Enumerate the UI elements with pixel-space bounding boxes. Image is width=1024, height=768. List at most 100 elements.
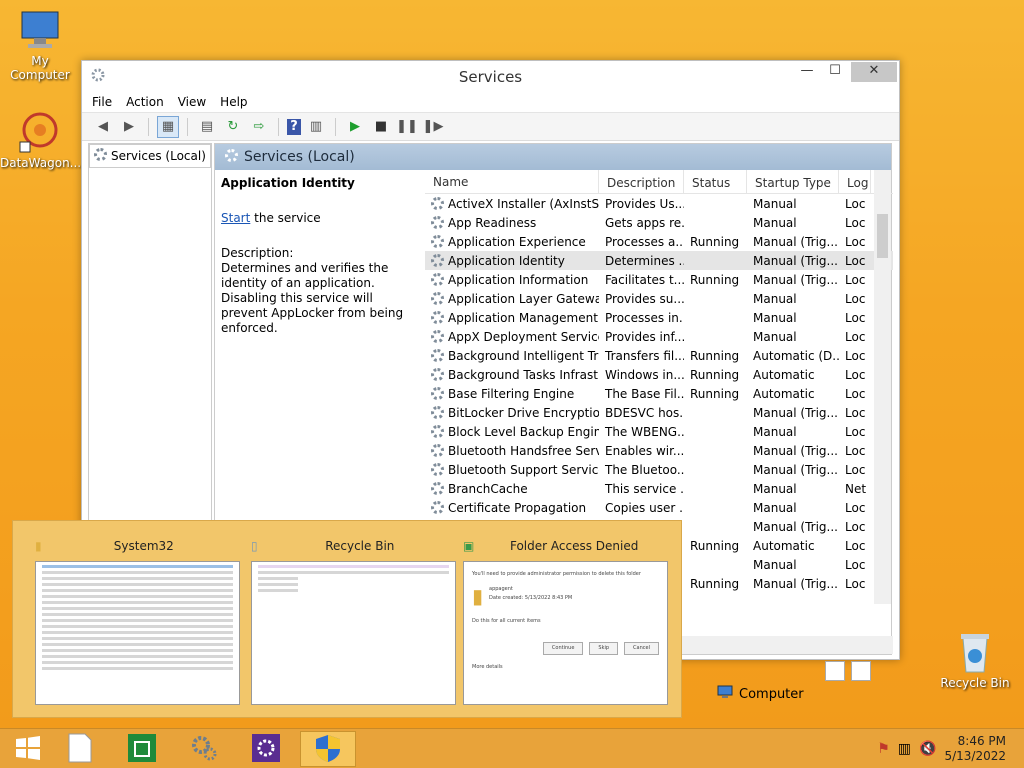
service-name-text: BitLocker Drive Encryption ... xyxy=(448,405,599,420)
extended-view-tab[interactable] xyxy=(825,661,845,681)
back-arrow-icon[interactable]: ◀ xyxy=(92,116,114,138)
service-startup-type: Automatic xyxy=(753,538,815,553)
maximize-button[interactable]: ☐ xyxy=(821,62,849,82)
desktop-icon-recycle-bin[interactable]: Recycle Bin xyxy=(935,630,1015,690)
network-icon[interactable]: ▥ xyxy=(898,741,911,757)
column-header-name[interactable]: Name xyxy=(425,170,599,194)
service-gear-icon xyxy=(431,330,444,343)
table-row[interactable]: Application Management Processes in... Man… xyxy=(425,308,893,327)
dialog-folder-info: appagent Date created: 5/13/2022 8:43 PM xyxy=(489,585,572,607)
service-log-on-as: Loc xyxy=(845,557,866,572)
table-row[interactable]: App Readiness Gets apps re... Manual Loc xyxy=(425,213,893,232)
table-row[interactable]: Background Tasks Infrastru... Windows in.… xyxy=(425,365,893,384)
start-service-link[interactable]: Start xyxy=(221,211,250,225)
folder-warning-icon: ▣ xyxy=(463,539,475,553)
table-row[interactable]: Application Information Facilitates t... R… xyxy=(425,270,893,289)
table-row[interactable]: Bluetooth Handsfree Service Enables wir..… xyxy=(425,441,893,460)
column-header-description[interactable]: Description xyxy=(599,170,684,194)
service-gear-icon xyxy=(431,273,444,286)
thumbnail-system32[interactable]: ▮ System32 xyxy=(35,539,240,705)
table-row[interactable]: ActiveX Installer (AxInstSV) Provides Us.… xyxy=(425,194,893,213)
close-button[interactable]: ✕ xyxy=(851,62,897,82)
table-row[interactable]: Certificate Propagation Copies user ... Ma… xyxy=(425,498,893,517)
table-row[interactable]: Base Filtering Engine The Base Fil... Runn… xyxy=(425,384,893,403)
restart-service-icon[interactable]: ❚▶ xyxy=(422,116,444,138)
thumbnail-recycle-bin[interactable]: ▯ Recycle Bin xyxy=(251,539,456,705)
start-service-icon[interactable]: ▶ xyxy=(344,116,366,138)
service-name: BranchCache xyxy=(425,482,599,496)
menu-view[interactable]: View xyxy=(178,95,206,109)
service-name: Application Layer Gateway ... xyxy=(425,292,599,306)
service-log-on-as: Loc xyxy=(845,462,866,477)
service-gear-icon xyxy=(431,292,444,305)
table-row[interactable]: Block Level Backup Engine ... The WBENG..… xyxy=(425,422,893,441)
service-name-text: Background Tasks Infrastru... xyxy=(448,367,599,382)
table-row[interactable]: BranchCache This service ... Manual Net xyxy=(425,479,893,498)
start-button[interactable] xyxy=(0,731,56,767)
scrollbar-thumb[interactable] xyxy=(877,214,888,258)
forward-arrow-icon[interactable]: ▶ xyxy=(118,116,140,138)
table-row[interactable]: Application Layer Gateway ... Provides su… xyxy=(425,289,893,308)
computer-icon xyxy=(717,685,733,703)
taskbar-services[interactable] xyxy=(176,731,232,767)
standard-view-tab[interactable] xyxy=(851,661,871,681)
table-row[interactable]: Application Experience Processes a... Runn… xyxy=(425,232,893,251)
system-tray: ⚑ ▥ 🔇 8:46 PM 5/13/2022 xyxy=(877,729,1024,768)
service-gear-icon xyxy=(431,311,444,324)
action-center-flag-icon[interactable]: ⚑ xyxy=(877,741,890,757)
pause-service-icon[interactable]: ❚❚ xyxy=(396,116,418,138)
service-log-on-as: Loc xyxy=(845,291,866,306)
thumbnail-caption: ▣ Folder Access Denied xyxy=(463,539,668,553)
services-gear-icon xyxy=(225,148,238,166)
taskbar-explorer-active[interactable] xyxy=(300,731,356,767)
service-name-text: ActiveX Installer (AxInstSV) xyxy=(448,196,599,211)
clock[interactable]: 8:46 PM 5/13/2022 xyxy=(944,734,1006,764)
table-row[interactable]: Application Identity Determines ... Manual… xyxy=(425,251,893,270)
desktop-icon-my-computer[interactable]: My Computer xyxy=(0,8,80,82)
menu-file[interactable]: File xyxy=(92,95,112,109)
desktop-icon-datawagon[interactable]: DataWagon... xyxy=(0,110,81,170)
service-gear-icon xyxy=(431,463,444,476)
store-icon xyxy=(127,733,157,766)
menu-action[interactable]: Action xyxy=(126,95,164,109)
service-startup-type: Manual (Trig... xyxy=(753,405,838,420)
help-icon[interactable]: ? xyxy=(287,118,301,135)
thumbnail-folder-access-denied[interactable]: ▣ Folder Access Denied You'll need to pr… xyxy=(463,539,668,705)
refresh-icon[interactable]: ↻ xyxy=(222,116,244,138)
menu-help[interactable]: Help xyxy=(220,95,247,109)
export-list-icon[interactable]: ⇨ xyxy=(248,116,270,138)
volume-muted-icon[interactable]: 🔇 xyxy=(919,741,936,757)
minimize-button[interactable]: — xyxy=(793,62,821,82)
service-startup-type: Manual xyxy=(753,481,797,496)
stop-service-icon[interactable]: ■ xyxy=(370,116,392,138)
taskbar-settings[interactable] xyxy=(238,731,294,767)
properties-icon[interactable]: ▤ xyxy=(196,116,218,138)
clock-date: 5/13/2022 xyxy=(944,749,1006,763)
table-row[interactable]: Background Intelligent Tran... Transfers … xyxy=(425,346,893,365)
column-header-status[interactable]: Status xyxy=(684,170,747,194)
service-name: App Readiness xyxy=(425,216,599,230)
show-hide-tree-icon[interactable]: ▦ xyxy=(157,115,179,138)
title-bar[interactable]: Services — ☐ ✕ xyxy=(82,61,899,91)
column-header-startup-type[interactable]: Startup Type xyxy=(747,170,839,194)
service-description: Determines ... xyxy=(605,253,684,268)
table-row[interactable]: Bluetooth Support Service The Bluetoo... M… xyxy=(425,460,893,479)
service-description: Transfers fil... xyxy=(605,348,684,363)
tree-item-services-local[interactable]: Services (Local) xyxy=(89,144,211,168)
list-header: Name Description Status Startup Type Log xyxy=(425,170,893,194)
service-description: Facilitates t... xyxy=(605,272,684,287)
table-row[interactable]: BitLocker Drive Encryption ... BDESVC hos… xyxy=(425,403,893,422)
taskbar-file-explorer[interactable] xyxy=(52,731,108,767)
service-status: Running xyxy=(690,272,740,287)
action-pane-icon[interactable]: ▥ xyxy=(305,116,327,138)
vertical-scrollbar[interactable] xyxy=(874,170,891,604)
service-startup-type: Automatic xyxy=(753,386,815,401)
taskbar-store[interactable] xyxy=(114,731,170,767)
column-header-log-on-as[interactable]: Log xyxy=(839,170,871,194)
service-gear-icon xyxy=(431,235,444,248)
service-startup-type: Automatic xyxy=(753,367,815,382)
service-gear-icon xyxy=(431,387,444,400)
service-name-text: Bluetooth Handsfree Service xyxy=(448,443,599,458)
table-row[interactable]: AppX Deployment Service (... Provides inf… xyxy=(425,327,893,346)
start-service-line: Start the service xyxy=(221,211,413,226)
